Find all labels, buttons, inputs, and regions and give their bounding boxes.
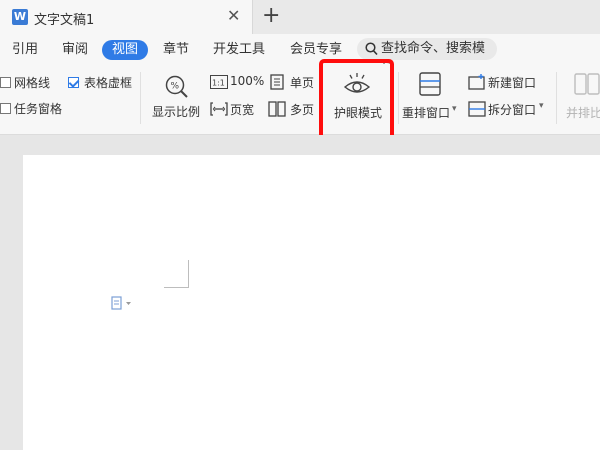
ribbon-separator	[398, 72, 399, 124]
eye-care-highlight-box	[319, 59, 394, 142]
task-pane-checkbox[interactable]	[0, 103, 11, 114]
new-window-label: 新建窗口	[488, 76, 537, 90]
table-gridlines-label: 表格虚框	[84, 76, 133, 90]
menu-references[interactable]: 引用	[12, 40, 38, 60]
new-window-button[interactable]: 新建窗口	[468, 72, 540, 92]
page-width-label: 页宽	[230, 103, 255, 117]
menu-view[interactable]: 视图	[102, 40, 149, 60]
one-to-one-icon: 1:1	[210, 75, 228, 89]
close-tab-icon[interactable]: ✕	[227, 8, 240, 24]
menu-developer-tools[interactable]: 开发工具	[213, 40, 265, 60]
paste-options-icon[interactable]	[111, 296, 133, 313]
single-page-button[interactable]: 单页	[268, 72, 316, 92]
single-page-label: 单页	[290, 76, 315, 90]
side-by-side-label: 并排比	[566, 106, 600, 120]
svg-text:%: %	[171, 82, 180, 92]
side-by-side-button[interactable]: 并排比	[562, 70, 600, 126]
arrange-windows-dropdown-icon[interactable]: ▾	[452, 104, 457, 114]
arrange-windows-icon	[419, 72, 441, 96]
menu-bar: 引用 审阅 视图 章节 开发工具 会员专享	[0, 34, 600, 64]
document-tab-title: 文字文稿1	[34, 13, 95, 28]
new-window-icon	[468, 74, 485, 90]
new-tab-button[interactable]: +	[262, 4, 280, 28]
zoom-percent-icon: %	[165, 75, 188, 98]
single-page-icon	[270, 74, 284, 90]
document-page[interactable]	[23, 155, 600, 450]
ribbon-separator	[140, 72, 141, 124]
svg-text:1:1: 1:1	[212, 79, 225, 88]
page-width-button[interactable]: 页宽	[208, 99, 264, 119]
command-search-box[interactable]: 查找命令、搜索模板	[357, 38, 497, 78]
writer-app-icon: W	[12, 9, 28, 25]
document-workspace	[0, 135, 600, 450]
document-tab[interactable]: W 文字文稿1 ✕	[0, 0, 253, 34]
zoom-100-label: 100%	[230, 74, 265, 88]
title-bar: W 文字文稿1 ✕ +	[0, 0, 600, 34]
table-gridlines-checkbox[interactable]	[68, 77, 79, 88]
side-by-side-icon	[574, 73, 600, 95]
menu-review[interactable]: 审阅	[62, 40, 88, 60]
arrange-windows-label: 重排窗口	[402, 106, 451, 120]
multi-page-label: 多页	[290, 103, 315, 117]
split-window-label: 拆分窗口	[488, 103, 537, 117]
arrange-windows-button[interactable]: 重排窗口 ▾	[402, 70, 462, 126]
multi-page-icon	[268, 101, 286, 117]
split-window-icon	[468, 101, 486, 117]
zoom-label: 显示比例	[152, 105, 201, 119]
split-window-dropdown-icon[interactable]: ▾	[539, 101, 544, 111]
menu-chapter[interactable]: 章节	[163, 40, 189, 60]
view-ribbon: 网格线 表格虚框 任务窗格 % 显示比例 1:1 100% 页宽 单页 多页 护…	[0, 64, 600, 135]
gridlines-label: 网格线	[14, 76, 51, 90]
gridlines-checkbox[interactable]	[0, 77, 11, 88]
multi-page-button[interactable]: 多页	[268, 99, 316, 119]
menu-member-exclusive[interactable]: 会员专享	[290, 40, 342, 60]
task-pane-label: 任务窗格	[14, 102, 63, 116]
split-window-button[interactable]: 拆分窗口 ▾	[468, 99, 550, 119]
page-width-icon	[210, 102, 228, 116]
ribbon-separator	[556, 72, 557, 124]
margin-corner-marker	[164, 260, 189, 288]
zoom-button[interactable]: % 显示比例	[150, 72, 204, 128]
zoom-100-button[interactable]: 1:1 100%	[208, 72, 264, 92]
